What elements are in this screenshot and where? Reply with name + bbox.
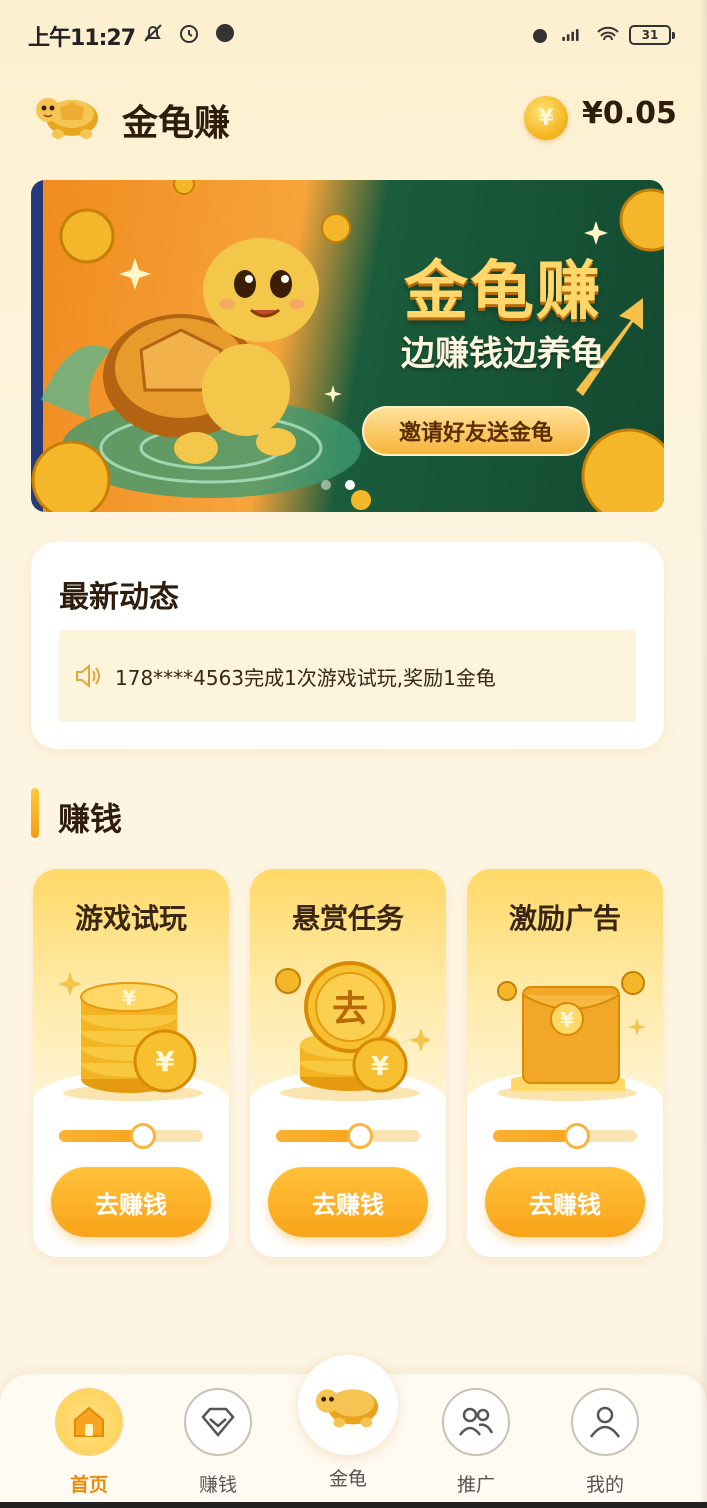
slider-knob[interactable] [129, 1123, 156, 1149]
banner-dot-2[interactable] [345, 480, 355, 490]
earn-card-game-trial[interactable]: 游戏试玩 ¥ ¥ 去赚钱 [33, 869, 229, 1257]
nav-item-turtle[interactable] [298, 1355, 398, 1455]
banner-subtitle: 边赚钱边养龟 [401, 334, 605, 374]
news-title: 最新动态 [59, 580, 179, 615]
nav-item-earn[interactable]: 赚钱 [173, 1388, 263, 1498]
speaker-icon [76, 663, 100, 689]
nav-label-turtle: 金龟 [328, 1468, 367, 1490]
progress-slider[interactable] [59, 1123, 203, 1149]
coin-symbol: ¥ [538, 105, 554, 131]
nav-label: 首页 [69, 1474, 108, 1496]
coin-stack-icon: ¥¥ [58, 972, 203, 1101]
bounty-coin-glyph: 去 [332, 989, 368, 1030]
slider-knob[interactable] [346, 1123, 373, 1149]
mute-bell-icon [140, 20, 166, 46]
banner-title: 金龟赚 [404, 255, 602, 329]
nav-item-promote[interactable]: 推广 [431, 1388, 521, 1498]
news-ticker[interactable]: 178****4563完成1次游戏试玩,奖励1金龟 [59, 630, 636, 722]
coin-icon: ¥ [524, 96, 568, 140]
yen-glyph: ¥ [371, 1052, 389, 1082]
earn-section-title: 赚钱 [58, 800, 123, 838]
nav-item-home[interactable]: 首页 [44, 1388, 134, 1498]
promo-banner[interactable]: 金龟赚 边赚钱边养龟 邀请好友送金龟 [31, 180, 664, 512]
earn-card-bounty-task[interactable]: 悬赏任务 去 ¥ 去赚钱 [250, 869, 446, 1257]
yen-glyph: ¥ [155, 1045, 175, 1078]
status-time: 上午11:27 [28, 26, 136, 51]
earn-card-incentive-ad[interactable]: 激励广告 ¥ 去赚钱 [467, 869, 663, 1257]
alarm-icon [176, 20, 202, 46]
turtle-icon [315, 1389, 379, 1428]
bounty-coin-icon: 去 ¥ [275, 961, 430, 1101]
go-earn-button[interactable]: 去赚钱 [268, 1167, 428, 1237]
progress-slider[interactable] [276, 1123, 420, 1149]
yen-glyph: ¥ [560, 1008, 574, 1032]
status-icons-right: 31 [527, 22, 675, 48]
nav-label: 赚钱 [198, 1474, 237, 1496]
go-earn-button[interactable]: 去赚钱 [51, 1167, 211, 1237]
screen-bottom-edge [0, 1502, 707, 1508]
yen-glyph: ¥ [122, 986, 136, 1010]
users-icon [442, 1388, 510, 1456]
app-header: 金龟赚 ¥ ¥0.05 [0, 80, 707, 152]
nav-label: 推广 [456, 1474, 495, 1496]
user-icon [571, 1388, 639, 1456]
red-envelope-icon: ¥ [497, 971, 646, 1101]
news-card: 最新动态 178****4563完成1次游戏试玩,奖励1金龟 [31, 542, 664, 749]
record-dot-icon [212, 20, 238, 46]
invite-friend-button[interactable]: 邀请好友送金龟 [362, 406, 590, 456]
balance-amount[interactable]: ¥0.05 [582, 96, 677, 131]
progress-slider[interactable] [493, 1123, 637, 1149]
home-icon [55, 1388, 123, 1456]
alarm-small-icon [527, 22, 553, 48]
battery-indicator: 31 [629, 25, 675, 45]
earn-card-title: 悬赏任务 [291, 902, 404, 935]
earn-card-title: 游戏试玩 [74, 902, 187, 935]
signal-icon [561, 22, 587, 48]
section-accent-bar [31, 788, 39, 838]
diamond-icon [184, 1388, 252, 1456]
status-icons-left [140, 20, 238, 46]
nav-item-profile[interactable]: 我的 [560, 1388, 650, 1498]
banner-dot-1[interactable] [321, 480, 331, 490]
news-message: 178****4563完成1次游戏试玩,奖励1金龟 [115, 665, 496, 690]
screen-edge-shadow [699, 0, 707, 1508]
status-bar: 上午11:27 31 [0, 0, 707, 68]
nav-label: 我的 [585, 1474, 624, 1496]
banner-pagination [321, 480, 355, 490]
earn-card-title: 激励广告 [508, 902, 621, 935]
slider-knob[interactable] [563, 1123, 590, 1149]
go-earn-button[interactable]: 去赚钱 [485, 1167, 645, 1237]
app-title: 金龟赚 [122, 103, 231, 144]
wifi-icon [595, 22, 621, 48]
turtle-logo-icon [36, 98, 98, 139]
